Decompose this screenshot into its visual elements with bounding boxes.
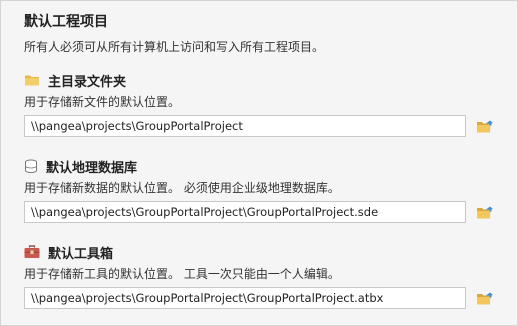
home-folder-description: 用于存储新文件的默认位置。 (24, 95, 181, 109)
page-subtitle: 所有人必须可从所有计算机上访问和写入所有工程项目。 (24, 40, 325, 54)
folder-icon (24, 73, 40, 87)
open-folder-icon (476, 205, 494, 220)
geodatabase-description: 用于存储新数据的默认位置。 必须使用企业级地理数据库。 (24, 181, 340, 195)
toolbox-browse-button[interactable] (474, 287, 496, 309)
page-title: 默认工程项目 (24, 14, 108, 30)
home-folder-path-input[interactable] (24, 115, 466, 137)
home-folder-title: 主目录文件夹 (48, 74, 127, 90)
open-folder-icon (476, 291, 494, 306)
toolbox-section-title: 默认工具箱 (24, 242, 113, 262)
geodatabase-section-title: 默认地理数据库 (24, 156, 137, 176)
geodatabase-path-input[interactable] (24, 201, 466, 223)
geodatabase-browse-button[interactable] (474, 201, 496, 223)
open-folder-icon (476, 119, 494, 134)
home-folder-browse-button[interactable] (474, 115, 496, 137)
home-folder-section-title: 主目录文件夹 (24, 70, 126, 90)
toolbox-title: 默认工具箱 (48, 246, 114, 262)
toolbox-path-input[interactable] (24, 287, 466, 309)
database-icon (24, 159, 38, 174)
toolbox-description: 用于存储新工具的默认位置。 工具一次只能由一个人编辑。 (24, 267, 340, 281)
default-project-items-panel: 默认工程项目 所有人必须可从所有计算机上访问和写入所有工程项目。 主目录文件夹 … (0, 0, 518, 326)
toolbox-icon (24, 245, 40, 259)
geodatabase-title: 默认地理数据库 (46, 160, 138, 176)
